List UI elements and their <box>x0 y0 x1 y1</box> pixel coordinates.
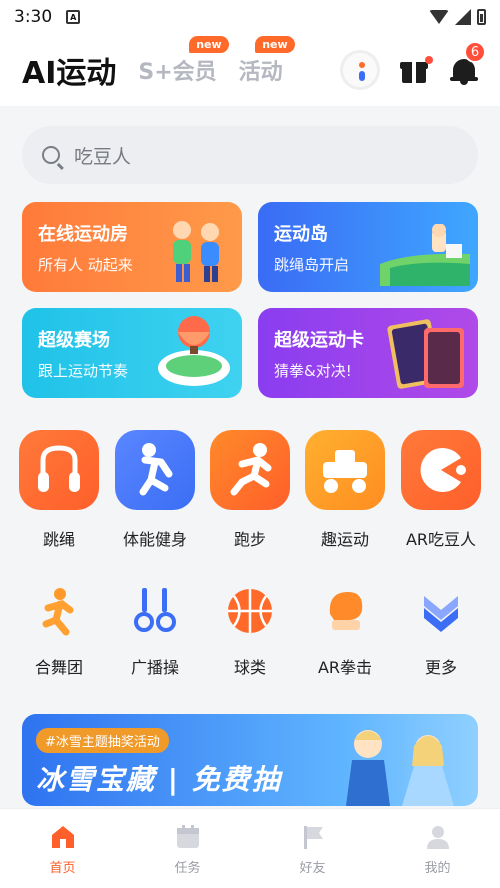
sport-label: 更多 <box>424 658 457 677</box>
sport-dance[interactable]: 合舞团 <box>14 584 104 678</box>
battery-icon <box>477 9 486 25</box>
card-super-sport-card[interactable]: 超级运动卡 猜拳&对决! <box>258 308 478 398</box>
tab-friends[interactable]: 好友 <box>250 809 375 888</box>
notification-count-badge: 6 <box>464 41 486 63</box>
tab-vip-label: S+会员 <box>138 60 217 85</box>
banner-tag: #冰雪主题抽奖活动 <box>36 728 169 753</box>
trading-cards-icon <box>387 319 464 389</box>
activity-ring-icon[interactable] <box>340 50 380 90</box>
tab-tasks[interactable]: 任务 <box>125 809 250 888</box>
home-icon <box>49 823 77 851</box>
hot-air-balloon-stadium-icon <box>158 316 230 386</box>
card-sport-island[interactable]: 运动岛 跳绳岛开启 <box>258 202 478 292</box>
sports-grid-primary: 跳绳 体能健身 跑步 趣运动 AR吃豆人 <box>0 430 500 550</box>
sport-label: 趣运动 <box>320 530 369 549</box>
fun-sport-icon <box>305 430 385 510</box>
broadcast-exercise-icon <box>128 584 182 638</box>
sports-grid-secondary: 合舞团 广播操 球类 AR拳击 更多 <box>0 584 500 684</box>
status-bar: 3:30 A <box>0 0 500 34</box>
app-logo: AI运动 <box>22 56 117 91</box>
snow-characters-illustration-icon <box>346 730 454 806</box>
sport-broadcast-exercise[interactable]: 广播操 <box>110 584 200 678</box>
more-chevron-icon <box>414 584 468 638</box>
tab-activity-label: 活动 <box>238 60 283 85</box>
jump-rope-icon <box>19 430 99 510</box>
boxing-glove-icon <box>318 584 372 638</box>
sport-label: 跑步 <box>233 530 266 549</box>
banner-title: 冰雪宝藏 | 免费抽 <box>36 763 282 796</box>
pacman-icon <box>401 430 481 510</box>
new-badge: new <box>189 36 229 53</box>
promo-banner[interactable]: #冰雪主题抽奖活动 冰雪宝藏 | 免费抽 <box>22 714 478 806</box>
user-icon <box>424 823 452 851</box>
tab-profile[interactable]: 我的 <box>375 809 500 888</box>
gift-icon[interactable] <box>400 56 433 84</box>
status-time: 3:30 <box>14 7 53 27</box>
app-header: AI运动 S+会员 new 活动 new 6 <box>0 34 500 106</box>
sport-fitness[interactable]: 体能健身 <box>110 430 200 550</box>
wifi-icon <box>429 10 449 24</box>
card-super-arena[interactable]: 超级赛场 跟上运动节奏 <box>22 308 242 398</box>
sport-ar-pacman[interactable]: AR吃豆人 <box>396 430 486 550</box>
tab-home[interactable]: 首页 <box>0 809 125 888</box>
new-badge: new <box>255 36 295 53</box>
dance-icon <box>32 584 86 638</box>
tab-label: 我的 <box>424 861 451 876</box>
sport-ar-boxing[interactable]: AR拳击 <box>300 584 390 678</box>
sport-more[interactable]: 更多 <box>396 584 486 678</box>
search-placeholder: 吃豆人 <box>74 145 132 168</box>
notification-bell-icon[interactable]: 6 <box>450 41 486 85</box>
island-illustration-icon <box>380 224 470 286</box>
sport-fun[interactable]: 趣运动 <box>300 430 390 550</box>
sport-label: 体能健身 <box>122 530 187 549</box>
sport-label: 球类 <box>233 658 266 677</box>
search-bar[interactable]: 吃豆人 <box>22 126 478 184</box>
sport-label: 跳绳 <box>42 530 75 549</box>
flag-icon <box>299 823 327 851</box>
basketball-icon <box>223 584 277 638</box>
card-online-room[interactable]: 在线运动房 所有人 动起来 <box>22 202 242 292</box>
cellular-signal-icon <box>455 9 471 25</box>
tab-label: 好友 <box>299 861 326 876</box>
tab-vip[interactable]: S+会员 new <box>138 36 229 86</box>
tab-label: 任务 <box>174 861 201 876</box>
tab-label: 首页 <box>49 861 76 876</box>
bottom-tab-bar: 首页 任务 好友 我的 <box>0 808 500 888</box>
sport-label: AR吃豆人 <box>405 530 477 549</box>
sport-label: 合舞团 <box>34 658 83 677</box>
sport-label: 广播操 <box>130 658 179 677</box>
fitness-icon <box>115 430 195 510</box>
kids-illustration-icon <box>173 221 219 282</box>
sport-label: AR拳击 <box>317 658 373 677</box>
sport-running[interactable]: 跑步 <box>205 430 295 550</box>
tab-activity[interactable]: 活动 new <box>238 36 295 86</box>
running-icon <box>210 430 290 510</box>
sport-ball[interactable]: 球类 <box>205 584 295 678</box>
sport-jump-rope[interactable]: 跳绳 <box>14 430 104 550</box>
sim-icon: A <box>66 10 81 24</box>
search-icon <box>42 146 60 164</box>
calendar-icon <box>174 823 202 851</box>
